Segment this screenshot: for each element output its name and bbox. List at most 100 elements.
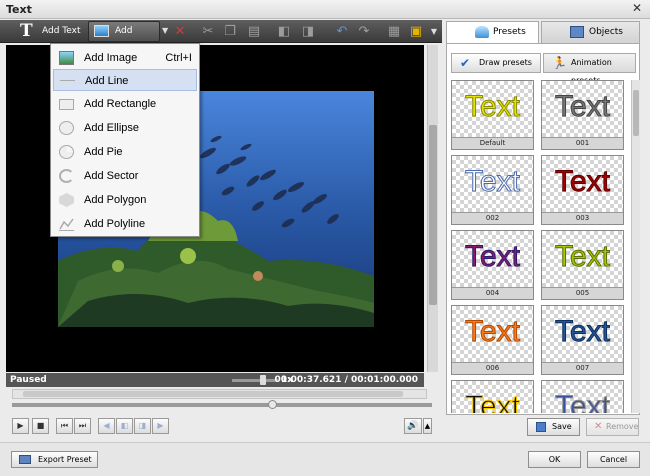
speed-slider-track[interactable] bbox=[232, 379, 278, 382]
line-icon bbox=[60, 80, 75, 81]
brush-icon: ✔ bbox=[460, 56, 471, 70]
preset-text-sample: Text bbox=[554, 165, 611, 199]
export-icon bbox=[19, 455, 31, 464]
menu-item-add-polygon[interactable]: Add Polygon bbox=[53, 189, 197, 211]
scrollbar-thumb[interactable] bbox=[633, 90, 639, 136]
menu-item-add-polyline[interactable]: Add Polyline bbox=[53, 213, 197, 235]
draw-presets-button[interactable]: ✔ Draw presets bbox=[451, 53, 541, 73]
cancel-button[interactable]: Cancel bbox=[587, 451, 640, 468]
volume-icon[interactable]: 🔊 bbox=[404, 418, 422, 434]
timeline-slider[interactable] bbox=[12, 400, 432, 409]
grid-icon[interactable]: ▦ bbox=[386, 24, 402, 40]
redo-icon[interactable]: ↷ bbox=[356, 24, 372, 40]
preset-text-sample: Text bbox=[464, 390, 521, 414]
preset-text-sample: Text bbox=[554, 240, 611, 274]
stop-icon[interactable]: ■ bbox=[32, 418, 49, 434]
undo-icon[interactable]: ↶ bbox=[334, 24, 350, 40]
preset-card[interactable]: Text bbox=[541, 380, 624, 413]
preset-card[interactable]: Text 006 bbox=[451, 305, 534, 375]
speed-slider-handle[interactable] bbox=[260, 375, 266, 385]
ellipse-icon bbox=[59, 121, 74, 135]
bring-forward-icon[interactable]: ◧ bbox=[276, 24, 292, 40]
cut-icon[interactable]: ✂ bbox=[200, 24, 216, 40]
menu-item-add-ellipse[interactable]: Add Ellipse bbox=[53, 117, 197, 139]
menu-item-add-sector[interactable]: Add Sector bbox=[53, 165, 197, 187]
delete-icon[interactable]: ✕ bbox=[172, 24, 188, 40]
preset-caption: 001 bbox=[542, 137, 623, 149]
menu-item-add-pie[interactable]: Add Pie bbox=[53, 141, 197, 163]
preset-text-sample: Text bbox=[554, 90, 611, 124]
menu-item-add-rectangle[interactable]: Add Rectangle bbox=[53, 93, 197, 115]
menu-item-label: Add Polygon bbox=[84, 194, 147, 206]
menu-item-add-image[interactable]: Add Image Ctrl+I bbox=[53, 47, 197, 69]
menu-item-label: Add Pie bbox=[84, 146, 123, 158]
scrollbar-thumb[interactable] bbox=[429, 125, 437, 305]
save-icon bbox=[536, 422, 546, 432]
frame-dropdown-icon[interactable]: ▼ bbox=[426, 24, 442, 40]
menu-item-label: Add Polyline bbox=[84, 218, 146, 230]
align-right-icon[interactable]: ▶ bbox=[152, 418, 169, 434]
preset-card[interactable]: Text 003 bbox=[541, 155, 624, 225]
paste-icon[interactable]: ▤ bbox=[246, 24, 262, 40]
remove-icon: ✕ bbox=[594, 421, 603, 432]
presets-icon bbox=[475, 26, 489, 38]
preset-card[interactable]: Text bbox=[451, 380, 534, 413]
menu-item-shortcut: Ctrl+I bbox=[165, 52, 192, 64]
preset-text-sample: Text bbox=[464, 240, 521, 274]
animation-presets-button[interactable]: 🏃 Animation presets bbox=[543, 53, 636, 85]
time-readout: 00:00:37.621 / 00:01:00.000 bbox=[274, 375, 418, 385]
preview-horizontal-scrollbar[interactable] bbox=[12, 389, 427, 399]
export-preset-button[interactable]: Export Preset bbox=[11, 451, 98, 468]
preset-caption: 002 bbox=[452, 212, 533, 224]
sector-icon bbox=[59, 169, 74, 183]
polygon-icon bbox=[59, 193, 74, 207]
add-image-button[interactable]: Add Image bbox=[88, 21, 160, 57]
align-center-left-icon[interactable]: ◧ bbox=[116, 418, 133, 434]
image-icon bbox=[94, 25, 109, 37]
preview-vertical-scrollbar[interactable] bbox=[427, 45, 438, 372]
preset-grid: Text Default Text 001 Text 002 Text 003 Text 004 T… bbox=[451, 80, 631, 413]
tab-objects-label: Objects bbox=[589, 27, 624, 37]
timeline-handle[interactable] bbox=[268, 400, 278, 409]
ok-button[interactable]: OK bbox=[528, 451, 581, 468]
preset-caption: Default bbox=[452, 137, 533, 149]
previous-frame-icon[interactable]: ⏮ bbox=[56, 418, 73, 434]
preset-card[interactable]: Text Default bbox=[451, 80, 534, 150]
align-left-icon[interactable]: ◀ bbox=[98, 418, 115, 434]
frame-icon[interactable]: ▣ bbox=[408, 24, 424, 40]
menu-item-add-line[interactable]: Add Line bbox=[53, 69, 197, 91]
preset-card[interactable]: Text 002 bbox=[451, 155, 534, 225]
rectangle-icon bbox=[59, 99, 74, 110]
preset-text-sample: Text bbox=[464, 165, 521, 199]
remove-button[interactable]: ✕ Remove bbox=[586, 418, 639, 436]
menu-item-label: Add Image bbox=[84, 52, 138, 64]
preset-card[interactable]: Text 004 bbox=[451, 230, 534, 300]
preset-caption: 003 bbox=[542, 212, 623, 224]
volume-dropdown-icon[interactable]: ▲ bbox=[423, 418, 432, 434]
presets-scrollbar[interactable] bbox=[631, 80, 640, 413]
preset-text-sample: Text bbox=[554, 315, 611, 349]
preset-caption: 007 bbox=[542, 362, 623, 374]
next-frame-icon[interactable]: ⏭ bbox=[74, 418, 91, 434]
preset-card[interactable]: Text 005 bbox=[541, 230, 624, 300]
scrollbar-thumb[interactable] bbox=[23, 391, 403, 397]
menu-item-label: Add Sector bbox=[84, 170, 139, 182]
play-icon[interactable]: ▶ bbox=[12, 418, 29, 434]
send-backward-icon[interactable]: ◨ bbox=[300, 24, 316, 40]
presets-panel: ✔ Draw presets 🏃 Animation presets Text D… bbox=[446, 43, 640, 415]
running-man-icon: 🏃 bbox=[552, 56, 567, 70]
tab-objects[interactable]: Objects bbox=[541, 21, 640, 43]
add-text-label: Add Text bbox=[42, 26, 81, 36]
menu-item-label: Add Rectangle bbox=[84, 98, 157, 110]
add-text-button[interactable]: T Add Text bbox=[4, 21, 84, 42]
align-center-right-icon[interactable]: ◨ bbox=[134, 418, 151, 434]
save-button[interactable]: Save bbox=[527, 418, 580, 436]
copy-icon[interactable]: ❐ bbox=[222, 24, 238, 40]
preset-card[interactable]: Text 007 bbox=[541, 305, 624, 375]
tab-presets[interactable]: Presets bbox=[446, 21, 539, 43]
add-image-dropdown-icon[interactable]: ▼ bbox=[162, 26, 168, 35]
preset-card[interactable]: Text 001 bbox=[541, 80, 624, 150]
preset-caption: 004 bbox=[452, 287, 533, 299]
export-preset-label: Export Preset bbox=[38, 455, 92, 464]
close-icon[interactable]: ✕ bbox=[630, 2, 644, 16]
